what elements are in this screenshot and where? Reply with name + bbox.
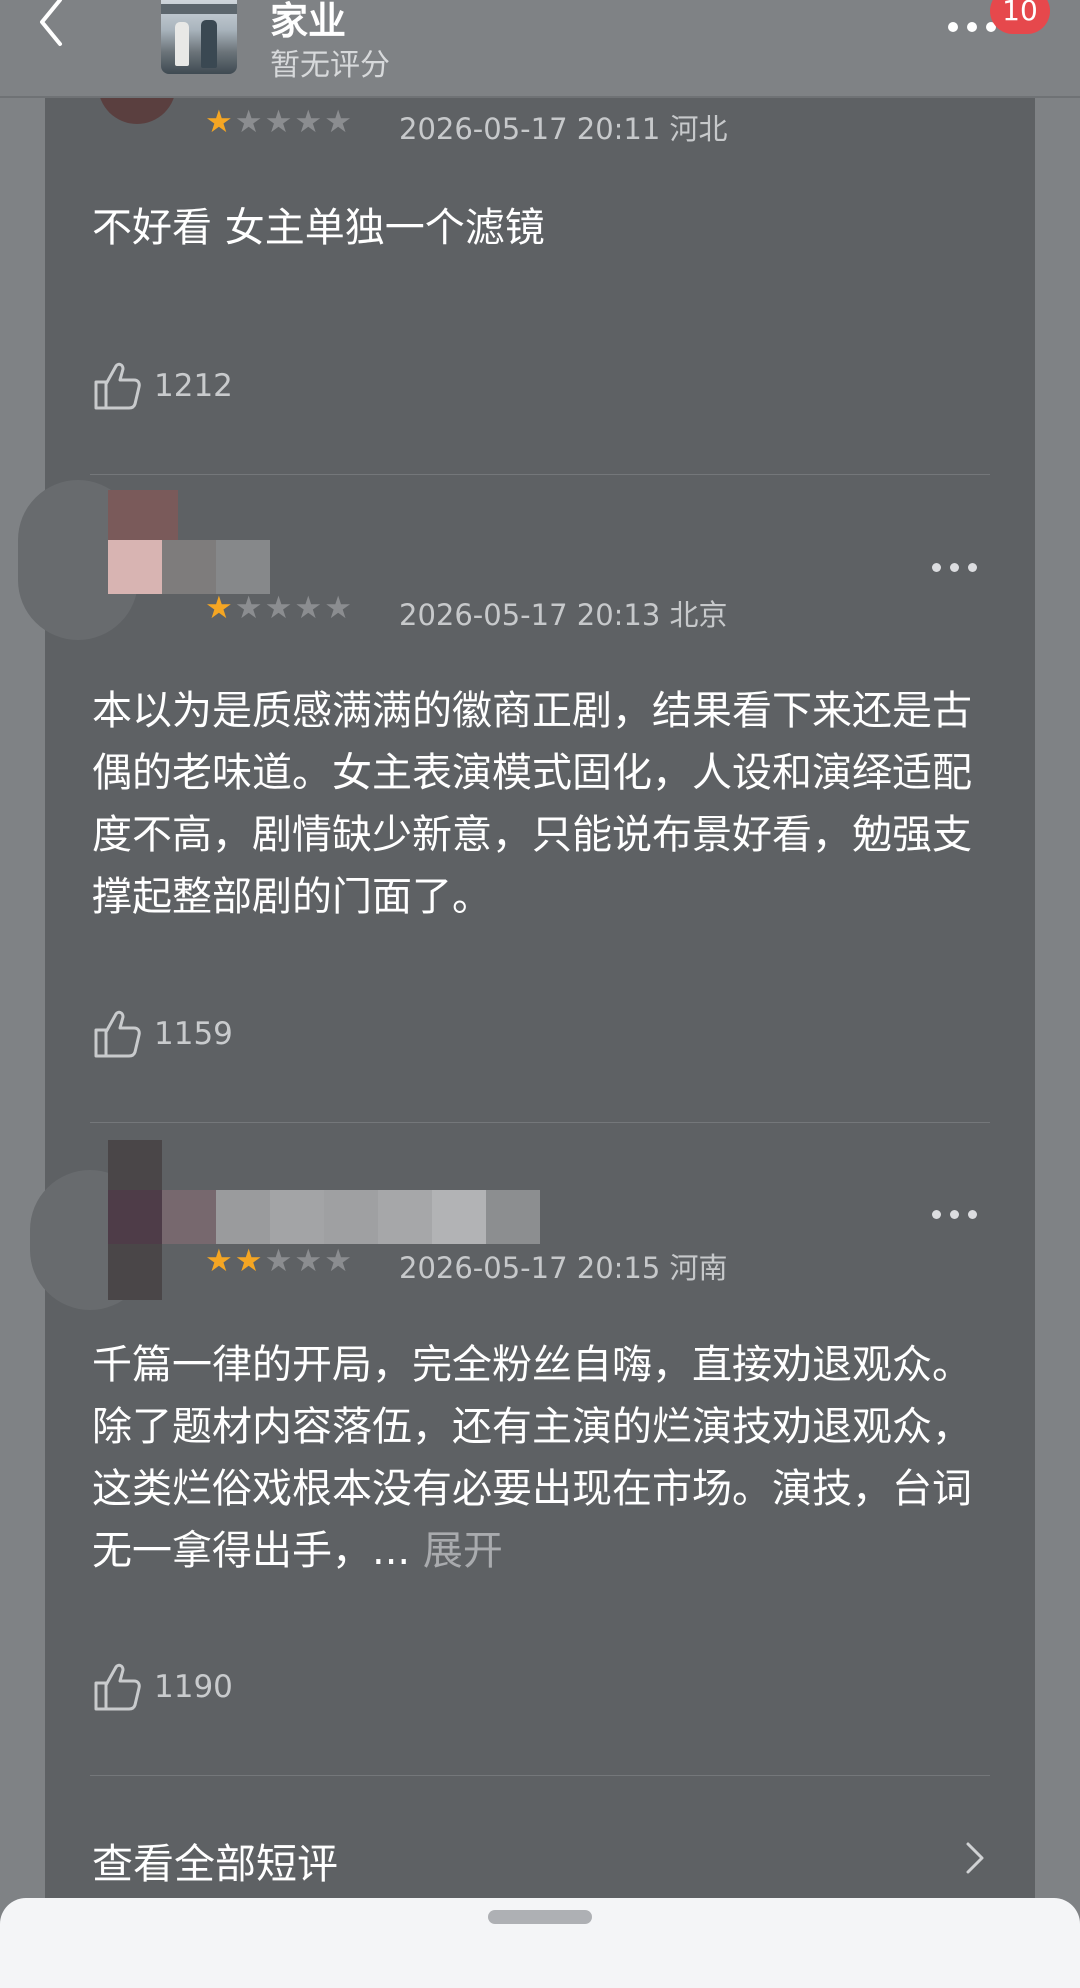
star-rating: ★ ★ ★ ★ ★ (205, 1245, 352, 1277)
username[interactable] (108, 1190, 540, 1244)
top-header: 家业 暂无评分 10 (0, 0, 1080, 98)
drama-rating-status: 暂无评分 (270, 48, 390, 83)
thumbs-up-icon (94, 1663, 141, 1711)
divider (90, 1122, 990, 1123)
username[interactable] (108, 540, 270, 594)
review-text: 本以为是质感满满的徽商正剧，结果看下来还是古偶的老味道。女主表演模式固化，人设和… (92, 688, 972, 920)
chevron-right-icon[interactable] (964, 1840, 988, 1876)
star-filled-icon: ★ (234, 1243, 263, 1279)
star-filled-icon: ★ (205, 1243, 233, 1279)
review-text-body: 千篇一律的开局，完全粉丝自嗨，直接劝退观众。除了题材内容落伍，还有主演的烂演技劝… (92, 1342, 972, 1574)
like-count: 1212 (154, 368, 233, 404)
review-meta: 2026-05-17 20:13 北京 (399, 598, 728, 632)
star-empty-icon: ★ (324, 104, 352, 140)
star-empty-icon: ★ (264, 590, 293, 626)
notification-badge: 10 (990, 0, 1050, 34)
review-text: 千篇一律的开局，完全粉丝自嗨，直接劝退观众。除了题材内容落伍，还有主演的烂演技劝… (92, 1334, 992, 1582)
star-empty-icon: ★ (294, 104, 323, 140)
view-all-reviews-link[interactable]: 查看全部短评 (92, 1830, 338, 1890)
review-text: 不好看 女主单独一个滤镜 (92, 205, 545, 251)
review-meta: 2026-05-17 20:11 河北 (399, 112, 728, 146)
like-count: 1159 (154, 1016, 233, 1052)
divider (90, 1775, 990, 1776)
star-empty-icon: ★ (234, 104, 263, 140)
like-count: 1190 (154, 1669, 233, 1705)
more-options-icon[interactable] (932, 1208, 978, 1222)
star-empty-icon: ★ (264, 1243, 293, 1279)
star-filled-icon: ★ (205, 590, 233, 626)
more-options-icon[interactable] (932, 561, 978, 575)
more-dots-icon[interactable] (948, 14, 996, 38)
star-filled-icon: ★ (205, 104, 233, 140)
drag-handle[interactable] (488, 1910, 592, 1924)
bottom-sheet (0, 1898, 1080, 1988)
expand-link[interactable]: 展开 (410, 1528, 503, 1574)
drama-poster-thumbnail[interactable] (161, 0, 237, 74)
like-button[interactable]: 1190 (92, 1659, 233, 1715)
star-rating: ★ ★ ★ ★ ★ (205, 106, 352, 138)
drama-title: 家业 (270, 0, 347, 43)
star-empty-icon: ★ (294, 590, 323, 626)
star-empty-icon: ★ (264, 104, 293, 140)
star-empty-icon: ★ (324, 1243, 352, 1279)
star-empty-icon: ★ (234, 590, 263, 626)
chevron-left-icon (40, 0, 62, 46)
like-button[interactable]: 1159 (92, 1006, 233, 1062)
star-empty-icon: ★ (324, 590, 352, 626)
star-empty-icon: ★ (294, 1243, 323, 1279)
star-rating: ★ ★ ★ ★ ★ (205, 592, 352, 624)
like-button[interactable]: 1212 (92, 358, 233, 414)
thumbs-up-icon (94, 1010, 141, 1058)
review-meta: 2026-05-17 20:15 河南 (399, 1251, 728, 1285)
thumbs-up-icon (94, 362, 141, 410)
back-button[interactable] (30, 0, 90, 60)
divider (90, 474, 990, 475)
